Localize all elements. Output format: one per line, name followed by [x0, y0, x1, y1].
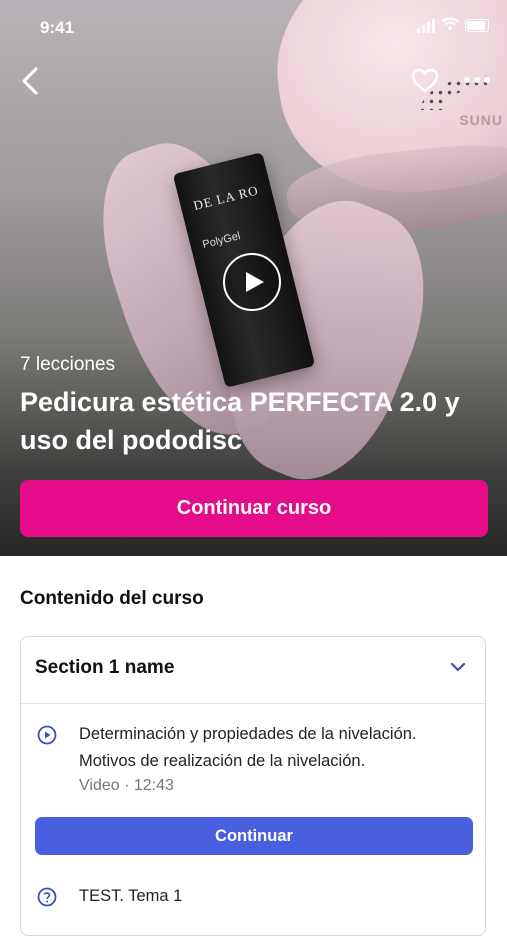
cellular-signal-icon — [417, 18, 435, 33]
battery-icon — [465, 19, 489, 32]
continue-course-button[interactable]: Continuar curso — [20, 480, 488, 537]
section-header[interactable]: Section 1 name — [21, 637, 485, 704]
more-options-button[interactable] — [462, 68, 492, 92]
status-time: 9:41 — [40, 18, 75, 37]
play-circle-icon — [37, 725, 57, 745]
status-icons — [417, 17, 489, 34]
chevron-left-icon — [22, 67, 38, 95]
lesson-title: TEST. Tema 1 — [79, 887, 183, 905]
course-title: Pedicura estética PERFECTA 2.0 y uso del… — [20, 387, 460, 455]
product-brand: DE LA RO — [191, 182, 261, 214]
heart-icon — [411, 68, 439, 93]
play-icon — [246, 272, 264, 292]
course-content-heading: Contenido del curso — [20, 588, 204, 609]
section-card: Section 1 name Determinación y propiedad… — [20, 636, 486, 936]
course-hero: SUNU DE LA RO PolyGel 9:41 7 lecciones P… — [0, 0, 507, 556]
play-video-button[interactable] — [223, 253, 281, 311]
section-title: Section 1 name — [35, 657, 175, 678]
more-dots-icon — [464, 77, 490, 83]
product-name: PolyGel — [201, 230, 242, 252]
lesson-title: Determinación y propiedades de la nivela… — [79, 725, 417, 770]
wifi-icon — [441, 17, 459, 34]
lesson-meta: Video · 12:43 — [79, 777, 174, 794]
lessons-count: 7 lecciones — [20, 354, 116, 375]
back-button[interactable] — [16, 64, 46, 98]
help-circle-icon — [37, 887, 57, 907]
lesson-continue-button[interactable]: Continuar — [35, 817, 473, 855]
lamp-brand-text: SUNU — [459, 112, 503, 128]
chevron-down-icon — [450, 662, 466, 672]
favorite-button[interactable] — [410, 66, 440, 96]
